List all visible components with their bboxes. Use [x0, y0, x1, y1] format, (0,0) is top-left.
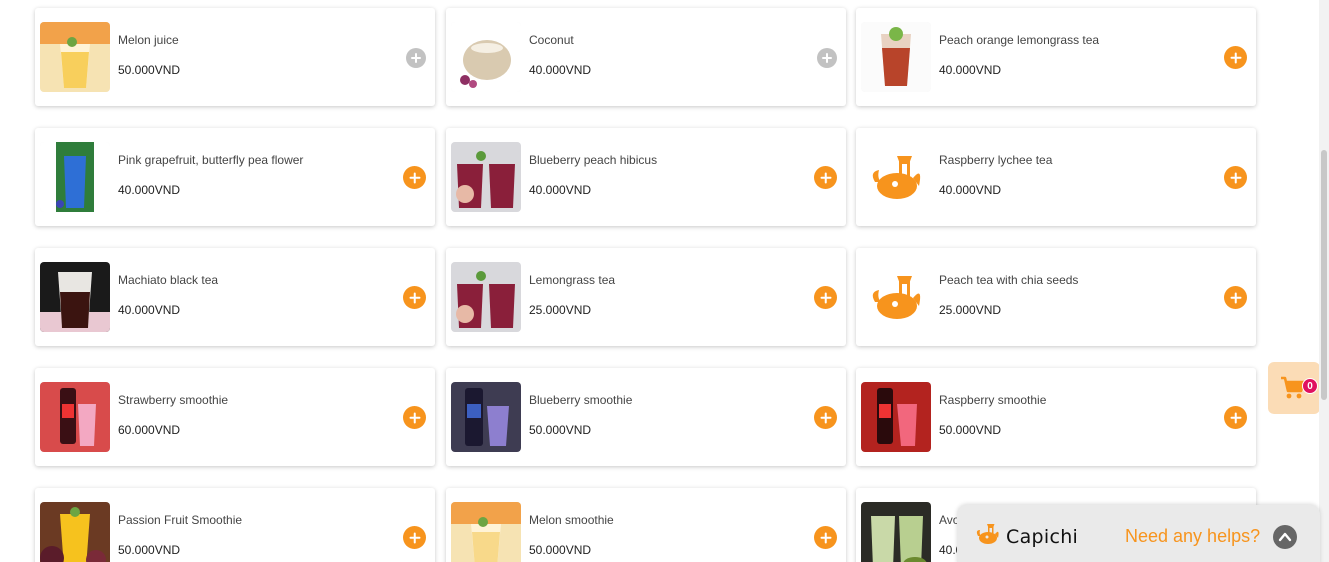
- add-to-cart-button[interactable]: [814, 166, 837, 189]
- product-card[interactable]: Lemongrass tea 25.000VND: [446, 248, 846, 346]
- product-card[interactable]: Coconut 40.000VND: [446, 8, 846, 106]
- product-price: 50.000VND: [118, 63, 181, 77]
- product-price: 40.000VND: [118, 303, 181, 317]
- product-price: 25.000VND: [529, 303, 592, 317]
- product-price: 25.000VND: [939, 303, 1002, 317]
- add-to-cart-button[interactable]: [817, 48, 837, 68]
- product-name: Raspberry lychee tea: [939, 153, 1053, 167]
- help-chat-widget[interactable]: Capichi Need any helps?: [957, 505, 1320, 562]
- product-name: Peach tea with chia seeds: [939, 273, 1079, 287]
- product-name: Coconut: [529, 33, 574, 47]
- product-price: 50.000VND: [118, 543, 181, 557]
- product-name: Peach orange lemongrass tea: [939, 33, 1100, 47]
- add-to-cart-button[interactable]: [814, 286, 837, 309]
- product-card[interactable]: Melon smoothie 50.000VND: [446, 488, 846, 562]
- product-card[interactable]: Peach tea with chia seeds 25.000VND: [856, 248, 1256, 346]
- product-image-hibiscus: [451, 142, 521, 212]
- product-price: 40.000VND: [529, 63, 592, 77]
- product-name: Machiato black tea: [118, 273, 219, 287]
- capichi-logo-icon: [976, 524, 999, 544]
- capichi-logo-placeholder-icon: [861, 262, 931, 332]
- product-name: Blueberry smoothie: [529, 393, 633, 407]
- product-name: Pink grapefruit, butterfly pea flower: [118, 153, 304, 167]
- product-card[interactable]: Blueberry smoothie 50.000VND: [446, 368, 846, 466]
- help-brand-name: Capichi: [1006, 526, 1079, 548]
- add-to-cart-button[interactable]: [403, 286, 426, 309]
- product-image-butterfly-pea: [40, 142, 110, 212]
- expand-help-button[interactable]: [1273, 525, 1297, 549]
- product-price: 40.000VND: [939, 63, 1002, 77]
- product-name: Blueberry peach hibicus: [529, 153, 658, 167]
- floating-cart-button[interactable]: 0: [1268, 362, 1320, 414]
- chevron-up-icon: [1278, 532, 1292, 542]
- product-card[interactable]: Machiato black tea 40.000VND: [35, 248, 435, 346]
- product-price: 60.000VND: [118, 423, 181, 437]
- product-image-coconut: [451, 22, 521, 92]
- help-prompt-text: Need any helps?: [1125, 526, 1261, 546]
- capichi-logo-placeholder-icon: [861, 142, 931, 212]
- add-to-cart-button[interactable]: [814, 406, 837, 429]
- product-card[interactable]: Passion Fruit Smoothie 50.000VND: [35, 488, 435, 562]
- add-to-cart-button[interactable]: [1224, 166, 1247, 189]
- product-image-raspberry-smoothie: [861, 382, 931, 452]
- product-name: Melon smoothie: [529, 513, 614, 527]
- product-name: Lemongrass tea: [529, 273, 616, 287]
- cart-count-badge: 0: [1302, 378, 1318, 394]
- product-image-peach-orange-tea: [861, 22, 931, 92]
- product-image-strawberry-smoothie: [40, 382, 110, 452]
- product-name: Raspberry smoothie: [939, 393, 1047, 407]
- scrollbar-thumb[interactable]: [1321, 150, 1327, 400]
- product-image-melon-juice: [40, 22, 110, 92]
- product-price: 50.000VND: [529, 423, 592, 437]
- add-to-cart-button[interactable]: [406, 48, 426, 68]
- product-image-machiato: [40, 262, 110, 332]
- product-image-blueberry-smoothie: [451, 382, 521, 452]
- add-to-cart-button[interactable]: [403, 526, 426, 549]
- product-card[interactable]: Strawberry smoothie 60.000VND: [35, 368, 435, 466]
- product-price: 50.000VND: [939, 423, 1002, 437]
- add-to-cart-button[interactable]: [1224, 406, 1247, 429]
- product-name: Passion Fruit Smoothie: [118, 513, 243, 527]
- product-name: Strawberry smoothie: [118, 393, 229, 407]
- product-image-melon-smoothie: [451, 502, 521, 562]
- product-price: 40.000VND: [118, 183, 181, 197]
- product-card[interactable]: Raspberry lychee tea 40.000VND: [856, 128, 1256, 226]
- product-name: Melon juice: [118, 33, 179, 47]
- add-to-cart-button[interactable]: [1224, 286, 1247, 309]
- add-to-cart-button[interactable]: [403, 406, 426, 429]
- product-card[interactable]: Melon juice 50.000VND: [35, 8, 435, 106]
- add-to-cart-button[interactable]: [814, 526, 837, 549]
- product-card[interactable]: Blueberry peach hibicus 40.000VND: [446, 128, 846, 226]
- add-to-cart-button[interactable]: [1224, 46, 1247, 69]
- product-grid: Melon juice 50.000VND Coconut 40.000VND …: [0, 0, 1329, 562]
- product-card[interactable]: Raspberry smoothie 50.000VND: [856, 368, 1256, 466]
- product-card[interactable]: Pink grapefruit, butterfly pea flower 40…: [35, 128, 435, 226]
- product-image-passion-fruit: [40, 502, 110, 562]
- add-to-cart-button[interactable]: [403, 166, 426, 189]
- product-price: 40.000VND: [529, 183, 592, 197]
- product-card[interactable]: Peach orange lemongrass tea 40.000VND: [856, 8, 1256, 106]
- page-scrollbar[interactable]: [1319, 0, 1329, 562]
- product-price: 40.000VND: [939, 183, 1002, 197]
- product-price: 50.000VND: [529, 543, 592, 557]
- product-image-hibiscus: [451, 262, 521, 332]
- product-image-avocado: [861, 502, 931, 562]
